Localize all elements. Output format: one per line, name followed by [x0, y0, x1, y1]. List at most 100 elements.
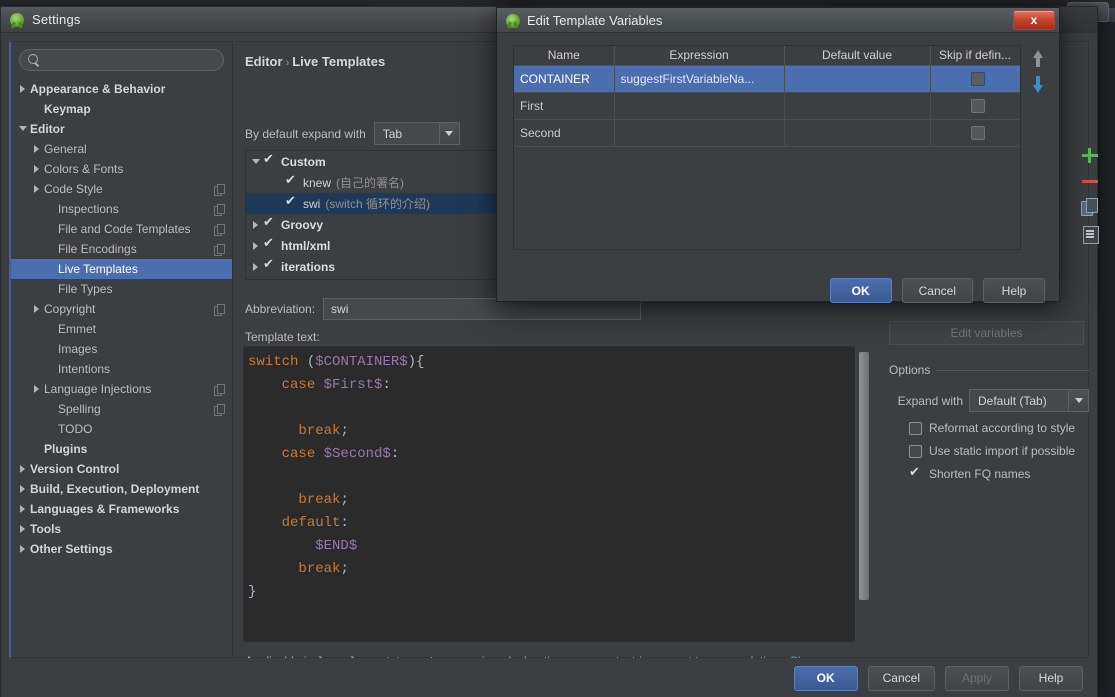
chevron-right-icon[interactable]	[250, 215, 263, 235]
table-row[interactable]: CONTAINERsuggestFirstVariableNa...	[514, 65, 1020, 92]
sidebar-item-tools[interactable]: Tools	[11, 519, 232, 539]
cancel-button[interactable]: Cancel	[868, 666, 935, 691]
sidebar-item-live-templates[interactable]: Live Templates	[11, 259, 232, 279]
variable-expression-cell[interactable]	[614, 92, 784, 119]
chevron-right-icon[interactable]	[31, 159, 44, 179]
sidebar-item-plugins[interactable]: Plugins	[11, 439, 232, 459]
variable-skip-if-defined-cell[interactable]	[930, 92, 1020, 119]
sidebar-item-file-encodings[interactable]: File Encodings	[11, 239, 232, 259]
variable-default-value-cell[interactable]	[784, 119, 930, 146]
editor-scrollbar[interactable]	[855, 346, 873, 642]
sidebar-item-code-style[interactable]: Code Style	[11, 179, 232, 199]
sidebar-item-inspections[interactable]: Inspections	[11, 199, 232, 219]
edit-variables-button[interactable]: Edit variables	[889, 321, 1084, 345]
chevron-down-icon[interactable]	[1068, 390, 1088, 411]
chevron-right-icon[interactable]	[250, 257, 263, 277]
template-text-editor[interactable]: switch ($CONTAINER$){ case $First$: brea…	[243, 346, 873, 642]
sidebar-item-general[interactable]: General	[11, 139, 232, 159]
checkbox-icon[interactable]	[909, 468, 922, 481]
chevron-down-icon[interactable]	[439, 123, 459, 144]
expand-with-combo[interactable]: Default (Tab)	[969, 389, 1089, 412]
chevron-right-icon[interactable]	[31, 379, 44, 399]
default-expand-combo[interactable]: Tab	[374, 122, 460, 145]
sidebar-item-colors-fonts[interactable]: Colors & Fonts	[11, 159, 232, 179]
option-checkbox-row[interactable]: Reformat according to style	[889, 421, 1089, 435]
dialog-ok-button[interactable]: OK	[830, 278, 892, 303]
settings-nav-tree[interactable]: Appearance & BehaviorKeymapEditorGeneral…	[11, 75, 232, 559]
chevron-down-icon[interactable]	[250, 152, 263, 172]
chevron-right-icon[interactable]	[17, 539, 30, 559]
column-header[interactable]: Default value	[784, 46, 930, 65]
variable-default-value-cell[interactable]	[784, 65, 930, 92]
chevron-right-icon[interactable]	[17, 499, 30, 519]
sidebar-item-file-and-code-templates[interactable]: File and Code Templates	[11, 219, 232, 239]
editor-scrollbar-thumb[interactable]	[859, 352, 869, 600]
template-enabled-checkbox[interactable]	[285, 176, 298, 189]
dialog-close-button[interactable]: x	[1013, 10, 1055, 30]
variable-name-cell[interactable]: Second	[514, 119, 614, 146]
column-header[interactable]: Skip if defin...	[930, 46, 1020, 65]
arrow-up-icon[interactable]	[1030, 49, 1046, 71]
variable-name-cell[interactable]: CONTAINER	[514, 65, 614, 92]
variable-skip-if-defined-cell[interactable]	[930, 65, 1020, 92]
sidebar-item-images[interactable]: Images	[11, 339, 232, 359]
table-row[interactable]: Second	[514, 119, 1020, 146]
sidebar-item-language-injections[interactable]: Language Injections	[11, 379, 232, 399]
sidebar-item-version-control[interactable]: Version Control	[11, 459, 232, 479]
variable-name-cell[interactable]: First	[514, 92, 614, 119]
option-checkbox-row[interactable]: Use static import if possible	[889, 444, 1089, 458]
skip-if-defined-checkbox[interactable]	[971, 99, 985, 113]
sidebar-item-keymap[interactable]: Keymap	[11, 99, 232, 119]
chevron-right-icon[interactable]	[31, 139, 44, 159]
skip-if-defined-checkbox[interactable]	[971, 72, 985, 86]
sidebar-item-todo[interactable]: TODO	[11, 419, 232, 439]
variable-expression-cell[interactable]: suggestFirstVariableNa...	[614, 65, 784, 92]
search-input[interactable]	[41, 52, 223, 68]
chevron-right-icon[interactable]	[31, 179, 44, 199]
column-header[interactable]: Expression	[614, 46, 784, 65]
template-enabled-checkbox[interactable]	[285, 197, 298, 210]
table-row[interactable]: First	[514, 92, 1020, 119]
template-enabled-checkbox[interactable]	[263, 155, 276, 168]
column-header[interactable]: Name	[514, 46, 614, 65]
sidebar-item-other-settings[interactable]: Other Settings	[11, 539, 232, 559]
add-template-button[interactable]	[1078, 143, 1102, 169]
variable-default-value-cell[interactable]	[784, 92, 930, 119]
dialog-cancel-button[interactable]: Cancel	[902, 278, 973, 303]
sidebar-item-copyright[interactable]: Copyright	[11, 299, 232, 319]
template-enabled-checkbox[interactable]	[263, 260, 276, 273]
chevron-right-icon[interactable]	[17, 459, 30, 479]
help-button[interactable]: Help	[1019, 666, 1083, 691]
chevron-right-icon[interactable]	[250, 236, 263, 256]
chevron-down-icon[interactable]	[17, 119, 30, 139]
checkbox-icon[interactable]	[909, 422, 922, 435]
template-enabled-checkbox[interactable]	[263, 218, 276, 231]
option-checkbox-row[interactable]: Shorten FQ names	[889, 467, 1089, 481]
sidebar-item-intentions[interactable]: Intentions	[11, 359, 232, 379]
variable-skip-if-defined-cell[interactable]	[930, 119, 1020, 146]
duplicate-template-button[interactable]	[1078, 195, 1102, 221]
variable-expression-cell[interactable]	[614, 119, 784, 146]
chevron-right-icon[interactable]	[17, 79, 30, 99]
chevron-right-icon[interactable]	[17, 519, 30, 539]
button-label: Cancel	[883, 671, 920, 685]
sidebar-item-appearance-behavior[interactable]: Appearance & Behavior	[11, 79, 232, 99]
sidebar-item-build-execution-deployment[interactable]: Build, Execution, Deployment	[11, 479, 232, 499]
sidebar-item-spelling[interactable]: Spelling	[11, 399, 232, 419]
group-template-button[interactable]	[1078, 221, 1102, 247]
arrow-down-icon[interactable]	[1030, 75, 1046, 97]
sidebar-item-file-types[interactable]: File Types	[11, 279, 232, 299]
dialog-help-button[interactable]: Help	[983, 278, 1045, 303]
sidebar-item-languages-frameworks[interactable]: Languages & Frameworks	[11, 499, 232, 519]
template-enabled-checkbox[interactable]	[263, 239, 276, 252]
remove-template-button[interactable]	[1078, 169, 1102, 195]
chevron-right-icon[interactable]	[17, 479, 30, 499]
skip-if-defined-checkbox[interactable]	[971, 126, 985, 140]
chevron-right-icon[interactable]	[31, 299, 44, 319]
checkbox-icon[interactable]	[909, 445, 922, 458]
variables-table[interactable]: NameExpressionDefault valueSkip if defin…	[514, 46, 1021, 147]
sidebar-item-editor[interactable]: Editor	[11, 119, 232, 139]
ok-button[interactable]: OK	[794, 666, 858, 691]
search-box[interactable]	[19, 49, 224, 71]
sidebar-item-emmet[interactable]: Emmet	[11, 319, 232, 339]
